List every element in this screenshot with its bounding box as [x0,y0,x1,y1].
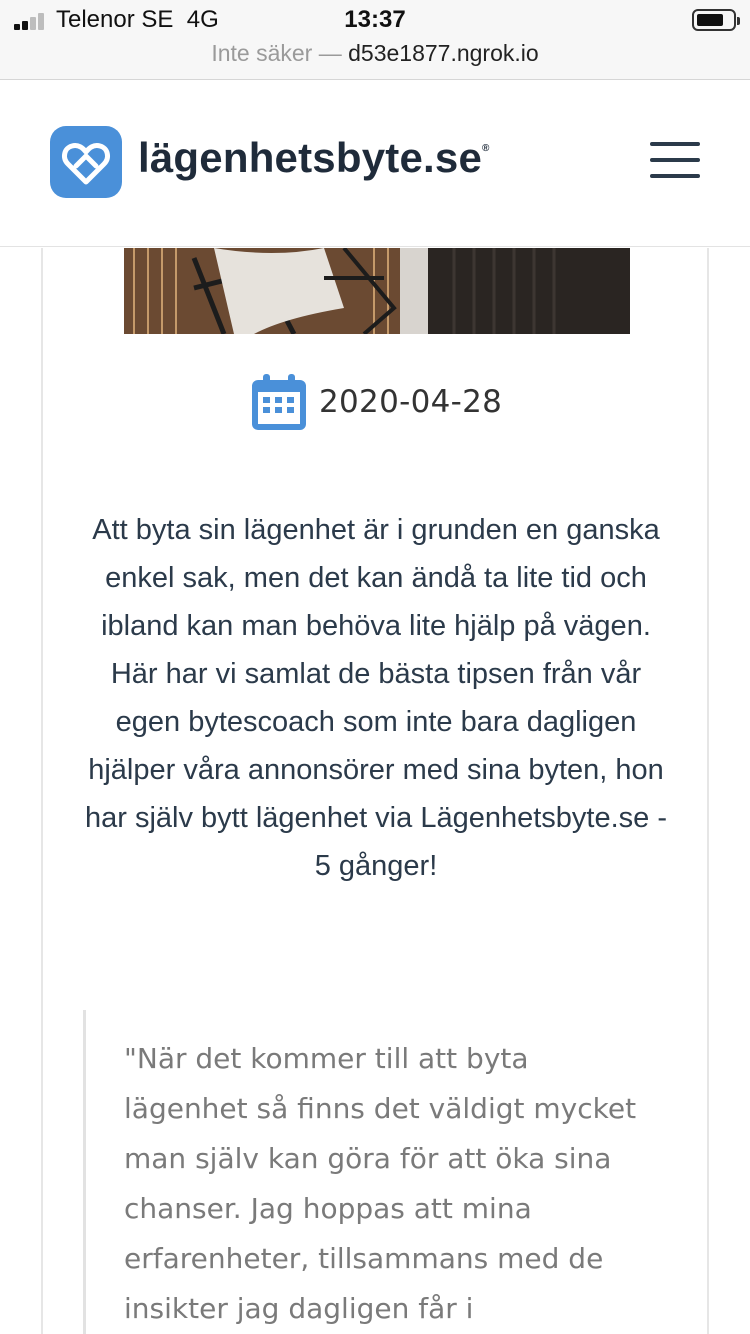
site-logo[interactable]: lägenhetsbyte.se® [138,134,490,182]
quote-text: "När det kommer till att byta lägenhet s… [124,1042,637,1325]
logo-text: lägenhetsbyte.se [138,134,482,181]
browser-status-bar: Telenor SE 4G 13:37 Inte säker — d53e187… [0,0,750,80]
security-label: Inte säker — [211,40,342,66]
article-date-row: 2020-04-28 [43,374,707,432]
battery-icon [692,9,740,31]
article-card: 2020-04-28 Att byta sin lägenhet är i gr… [41,248,709,1334]
url-host: d53e1877.ngrok.io [348,40,539,66]
registered-mark: ® [482,143,490,154]
heart-house-icon[interactable] [50,126,122,198]
article-image [124,248,630,334]
site-header: lägenhetsbyte.se® [0,80,750,247]
status-time: 13:37 [344,6,406,33]
calendar-icon [250,374,308,432]
article-quote: "När det kommer till att byta lägenhet s… [83,1010,673,1334]
hamburger-icon[interactable] [650,142,700,182]
article-intro: Att byta sin lägenhet är i grunden en ga… [85,514,667,882]
article-date: 2020-04-28 [319,384,503,420]
address-bar[interactable]: Inte säker — d53e1877.ngrok.io [0,40,750,67]
